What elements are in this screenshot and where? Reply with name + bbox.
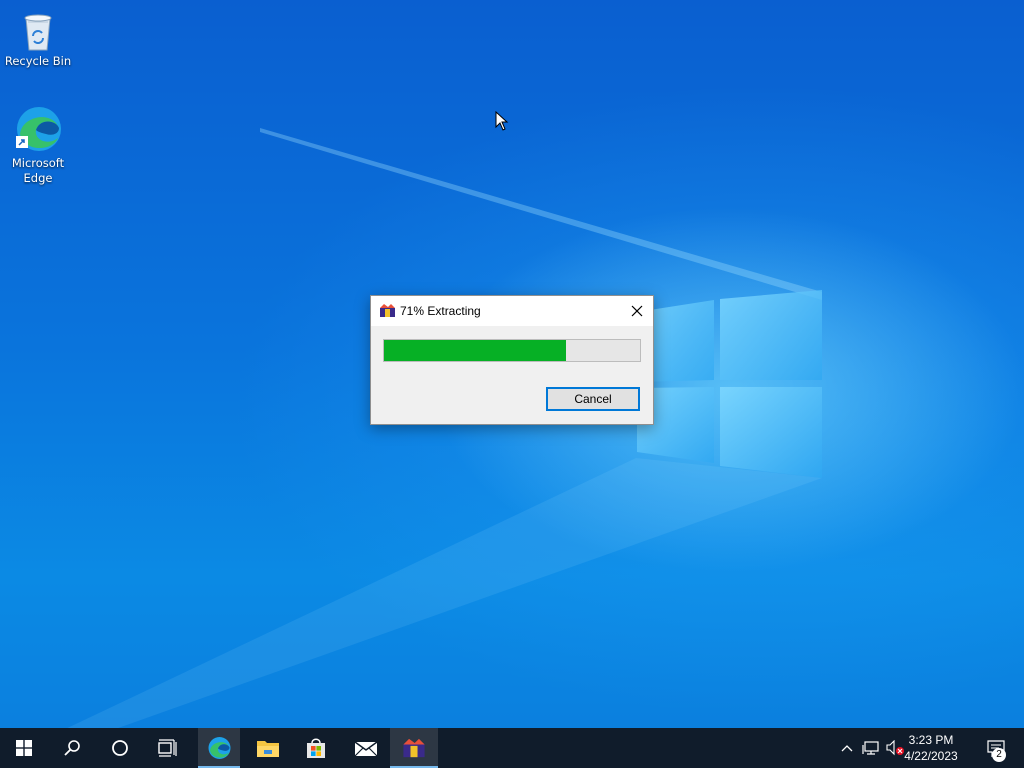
task-view-icon: [158, 739, 177, 757]
clock-date: 4/22/2023: [904, 749, 958, 763]
desktop-icon-edge[interactable]: Microsoft Edge: [0, 104, 76, 186]
taskbar: 3:23 PM 4/22/2023 2: [0, 728, 1024, 768]
dialog-title: 71% Extracting: [400, 304, 481, 318]
extract-progress-dialog: 71% Extracting Cancel: [370, 295, 654, 425]
search-icon: [64, 740, 80, 756]
network-button[interactable]: [860, 728, 882, 768]
network-icon: [862, 741, 879, 755]
dialog-titlebar[interactable]: 71% Extracting: [371, 296, 653, 326]
notification-count-badge: 2: [992, 748, 1006, 762]
chevron-up-icon: [841, 745, 853, 752]
cortana-button[interactable]: [96, 728, 144, 768]
cancel-button[interactable]: Cancel: [546, 387, 640, 411]
start-icon: [16, 740, 32, 756]
mail-icon: [354, 741, 378, 757]
show-hidden-icons-button[interactable]: [838, 728, 856, 768]
taskbar-extractor-app[interactable]: [390, 728, 438, 768]
recycle-bin-icon: [24, 14, 52, 51]
store-icon: [307, 738, 325, 758]
extractor-app-icon: [403, 738, 425, 758]
task-view-button[interactable]: [144, 728, 192, 768]
cortana-icon: [112, 740, 128, 756]
desktop-icon-recycle-bin[interactable]: Recycle Bin: [0, 8, 76, 69]
taskbar-edge[interactable]: [198, 728, 240, 768]
taskbar-file-explorer[interactable]: [244, 728, 292, 768]
clock[interactable]: 3:23 PM 4/22/2023: [896, 732, 966, 764]
taskbar-store[interactable]: [292, 728, 340, 768]
search-button[interactable]: [48, 728, 96, 768]
edge-icon: [16, 107, 61, 151]
extract-progress-bar: [383, 339, 641, 362]
file-explorer-icon: [257, 741, 279, 757]
mouse-cursor-icon: [495, 111, 509, 131]
close-icon: [631, 305, 643, 317]
edge-icon: [208, 737, 231, 759]
desktop-icon-label: Microsoft Edge: [11, 156, 65, 185]
close-button[interactable]: [621, 296, 653, 326]
taskbar-mail[interactable]: [342, 728, 390, 768]
progress-fill: [384, 340, 566, 361]
extractor-app-icon: [380, 304, 395, 317]
desktop-icon-label: Recycle Bin: [4, 54, 72, 68]
clock-time: 3:23 PM: [908, 733, 954, 747]
start-button[interactable]: [0, 728, 48, 768]
